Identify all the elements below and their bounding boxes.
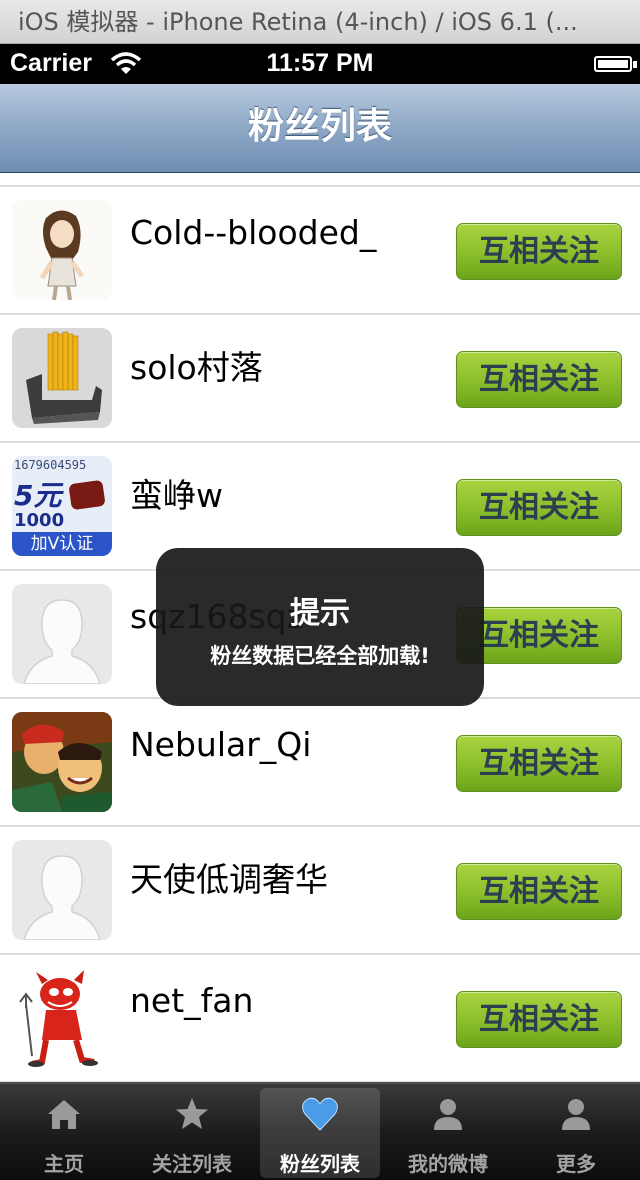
- tab-label: 粉丝列表: [280, 1152, 360, 1176]
- list-item[interactable]: 天使低调奢华 互相关注: [0, 827, 640, 955]
- battery-icon: [594, 56, 632, 72]
- fan-name: 天使低调奢华: [130, 860, 328, 899]
- fan-name: Nebular_Qi: [130, 725, 312, 764]
- tab-home[interactable]: 主页: [0, 1084, 128, 1180]
- fan-name: Cold--blooded_: [130, 213, 377, 252]
- list-item[interactable]: net_fan 互相关注: [0, 955, 640, 1083]
- person-icon: [430, 1096, 466, 1136]
- comic-characters-avatar[interactable]: [12, 712, 112, 812]
- simulator-title: iOS 模拟器 - iPhone Retina (4-inch) / iOS 6…: [0, 0, 640, 44]
- clock: 11:57 PM: [266, 49, 374, 77]
- girl-drawing-avatar[interactable]: [12, 200, 112, 300]
- mutual-follow-button[interactable]: 互相关注: [456, 991, 622, 1048]
- red-devil-avatar[interactable]: [12, 968, 112, 1068]
- mutual-follow-button[interactable]: 互相关注: [456, 863, 622, 920]
- avatar-text-line: 5元: [14, 479, 62, 512]
- tab-more[interactable]: 更多: [512, 1084, 640, 1180]
- tab-fans[interactable]: 粉丝列表: [260, 1088, 380, 1178]
- status-bar: Carrier 11:57 PM: [0, 44, 640, 84]
- list-item[interactable]: solo村落 互相关注: [0, 315, 640, 443]
- toast-title: 提示: [290, 596, 350, 631]
- tab-label: 我的微博: [408, 1152, 488, 1176]
- avatar-text-line: 1000: [14, 510, 65, 531]
- tab-label: 更多: [556, 1152, 596, 1176]
- tab-label: 主页: [44, 1152, 84, 1176]
- avatar-text-line: 1679604595: [14, 458, 87, 472]
- mutual-follow-button[interactable]: 互相关注: [456, 351, 622, 408]
- page-title: 粉丝列表: [247, 106, 392, 147]
- navigation-bar: 粉丝列表: [0, 84, 640, 173]
- fan-name: 蛮峥w: [130, 476, 223, 515]
- list-item[interactable]: Nebular_Qi 互相关注: [0, 699, 640, 827]
- tab-my-weibo[interactable]: 我的微博: [384, 1084, 512, 1180]
- person-icon: [558, 1096, 594, 1136]
- toast-message: 粉丝数据已经全部加载!: [210, 644, 430, 668]
- star-icon: [174, 1096, 210, 1136]
- avatar-decoration: [68, 479, 106, 511]
- mutual-follow-button[interactable]: 互相关注: [456, 735, 622, 792]
- default-avatar[interactable]: [12, 840, 112, 940]
- battery-tip: [633, 61, 637, 68]
- ad-text-avatar[interactable]: 1679604595 5元 1000 加V认证: [12, 456, 112, 556]
- default-avatar[interactable]: [12, 584, 112, 684]
- home-icon: [46, 1096, 82, 1136]
- tab-bar: 主页 关注列表 粉丝列表 我的微博 更多: [0, 1082, 640, 1180]
- list-item[interactable]: Cold--blooded_ 互相关注: [0, 187, 640, 315]
- yellow-rods-avatar[interactable]: [12, 328, 112, 428]
- toast-popup: 提示 粉丝数据已经全部加载!: [156, 548, 484, 706]
- heart-icon: [301, 1096, 339, 1136]
- mutual-follow-button[interactable]: 互相关注: [456, 223, 622, 280]
- avatar-text-line: 加V认证: [12, 532, 112, 556]
- fan-name: solo村落: [130, 348, 263, 387]
- mutual-follow-button[interactable]: 互相关注: [456, 479, 622, 536]
- fan-name: net_fan: [130, 981, 254, 1020]
- tab-label: 关注列表: [152, 1152, 232, 1176]
- tab-following[interactable]: 关注列表: [128, 1084, 256, 1180]
